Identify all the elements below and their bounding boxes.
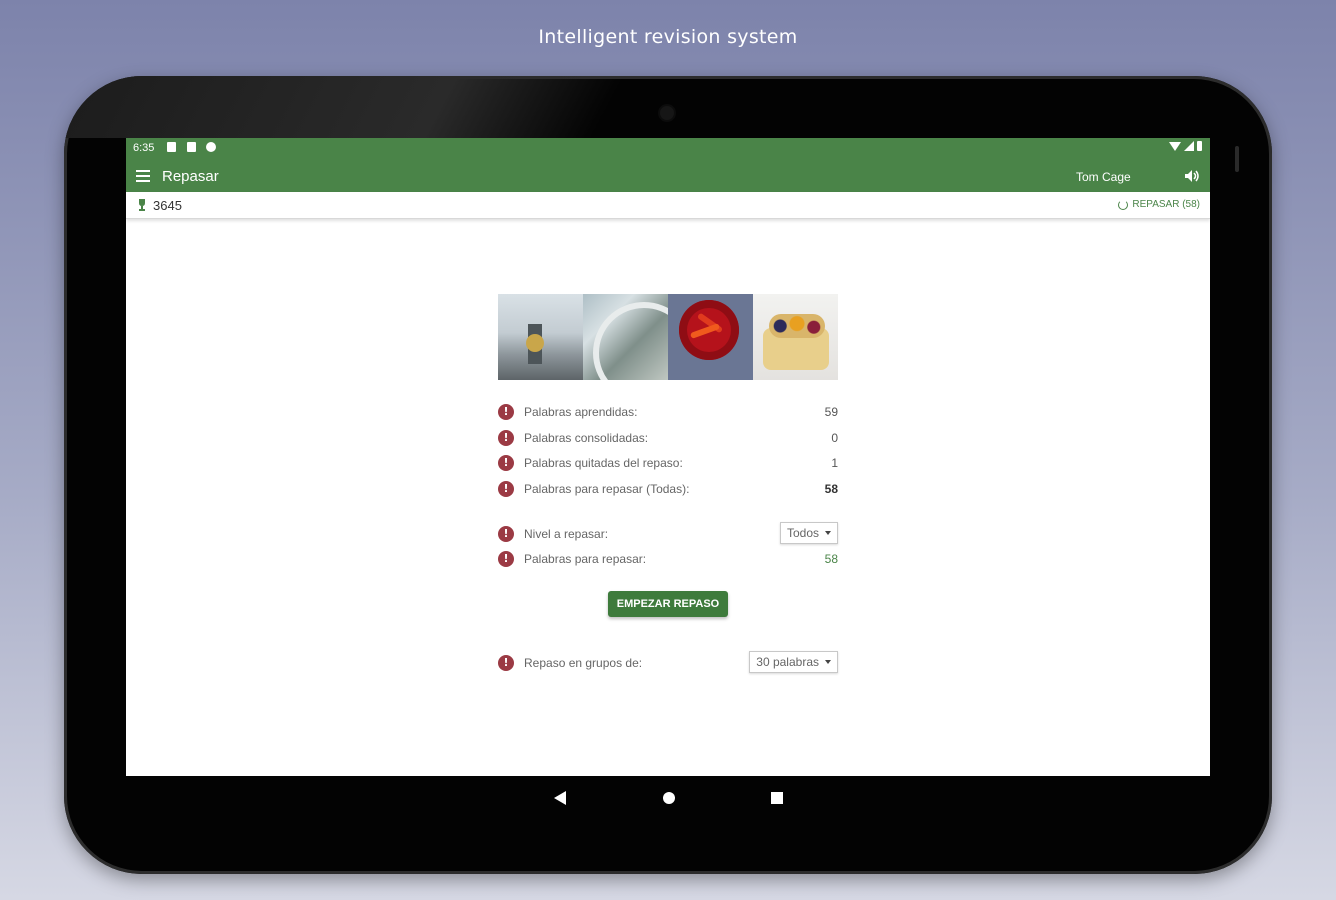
level-selected: Todos (786, 525, 819, 540)
level-row: ! Nivel a repasar: Todos (498, 521, 838, 548)
app-screen: 6:35 Repasar Tom Cage 3645 REPASAR (58) … (126, 138, 1210, 776)
banner-image-chili-peppers (668, 294, 753, 380)
stat-value: 58 (824, 482, 838, 497)
start-review-button[interactable]: EMPEZAR REPASO (608, 591, 728, 617)
stat-value: 0 (831, 430, 838, 445)
camera-icon (660, 106, 674, 120)
group-size-row: ! Repaso en grupos de: 30 palabras (498, 651, 838, 675)
status-bar: 6:35 (126, 138, 1210, 160)
stat-row-to-review-all: ! Palabras para repasar (Todas): 58 (498, 477, 838, 503)
to-review-row: ! Palabras para repasar: 58 (498, 547, 838, 573)
promo-caption: Intelligent revision system (538, 26, 798, 48)
banner-images (498, 294, 838, 380)
stat-label: Palabras quitadas del repaso: (524, 456, 683, 471)
toolbar-title: Repasar (162, 168, 219, 185)
tablet-sheen (64, 76, 625, 138)
group-size-label: Repaso en grupos de: (524, 656, 643, 670)
signal-icon (1184, 141, 1194, 151)
notification-icon (167, 142, 176, 152)
app-toolbar: Repasar Tom Cage (126, 160, 1210, 192)
info-icon[interactable]: ! (498, 655, 514, 671)
recent-apps-icon[interactable] (771, 792, 783, 804)
menu-icon[interactable] (136, 170, 150, 182)
stat-row-consolidated: ! Palabras consolidadas: 0 (498, 426, 838, 452)
score-value: 3645 (153, 198, 182, 213)
caret-down-icon (825, 660, 831, 664)
repasar-button[interactable]: REPASAR (58) (1118, 199, 1200, 210)
stat-label: Palabras para repasar (Todas): (524, 482, 690, 497)
level-select[interactable]: Todos (779, 521, 838, 544)
side-button (1235, 146, 1239, 172)
stat-row-removed: ! Palabras quitadas del repaso: 1 (498, 451, 838, 477)
home-icon[interactable] (663, 792, 675, 804)
info-icon[interactable]: ! (498, 525, 514, 542)
to-review-label: Palabras para repasar: (524, 552, 647, 567)
status-indicators (1169, 141, 1202, 151)
trophy-icon (139, 199, 145, 211)
wifi-icon (1169, 141, 1181, 151)
to-review-value: 58 (824, 552, 838, 567)
sync-icon (206, 142, 216, 152)
sd-card-icon (187, 142, 196, 152)
info-icon[interactable]: ! (498, 455, 514, 472)
tablet-frame: 6:35 Repasar Tom Cage 3645 REPASAR (58) … (64, 76, 1272, 874)
stat-value: 59 (824, 405, 838, 419)
group-size-selected: 30 palabras (756, 655, 819, 669)
info-icon[interactable]: ! (498, 429, 514, 446)
stat-label: Palabras aprendidas: (524, 405, 638, 419)
back-icon[interactable] (554, 791, 566, 805)
user-name[interactable]: Tom Cage (1076, 170, 1131, 184)
level-label: Nivel a repasar: (524, 526, 609, 541)
info-icon[interactable]: ! (498, 404, 514, 420)
repasar-label: REPASAR (58) (1132, 199, 1200, 210)
status-time: 6:35 (133, 142, 155, 154)
caret-down-icon (825, 530, 831, 535)
speaker-icon[interactable] (1184, 169, 1200, 183)
stats-panel: ! Palabras aprendidas: 59 ! Palabras con… (498, 400, 838, 573)
banner-image-architecture (583, 294, 668, 380)
stat-label: Palabras consolidadas: (524, 430, 649, 445)
stat-value: 1 (831, 456, 838, 471)
info-icon[interactable]: ! (498, 481, 514, 498)
banner-image-cake (753, 294, 838, 380)
score-bar: 3645 REPASAR (58) (126, 192, 1210, 219)
info-icon[interactable]: ! (498, 551, 514, 568)
battery-icon (1197, 141, 1202, 151)
refresh-icon (1118, 199, 1129, 210)
android-nav-bar (64, 776, 1272, 820)
stat-row-learned: ! Palabras aprendidas: 59 (498, 400, 838, 426)
group-size-select[interactable]: 30 palabras (749, 651, 838, 673)
banner-image-city (498, 294, 583, 380)
